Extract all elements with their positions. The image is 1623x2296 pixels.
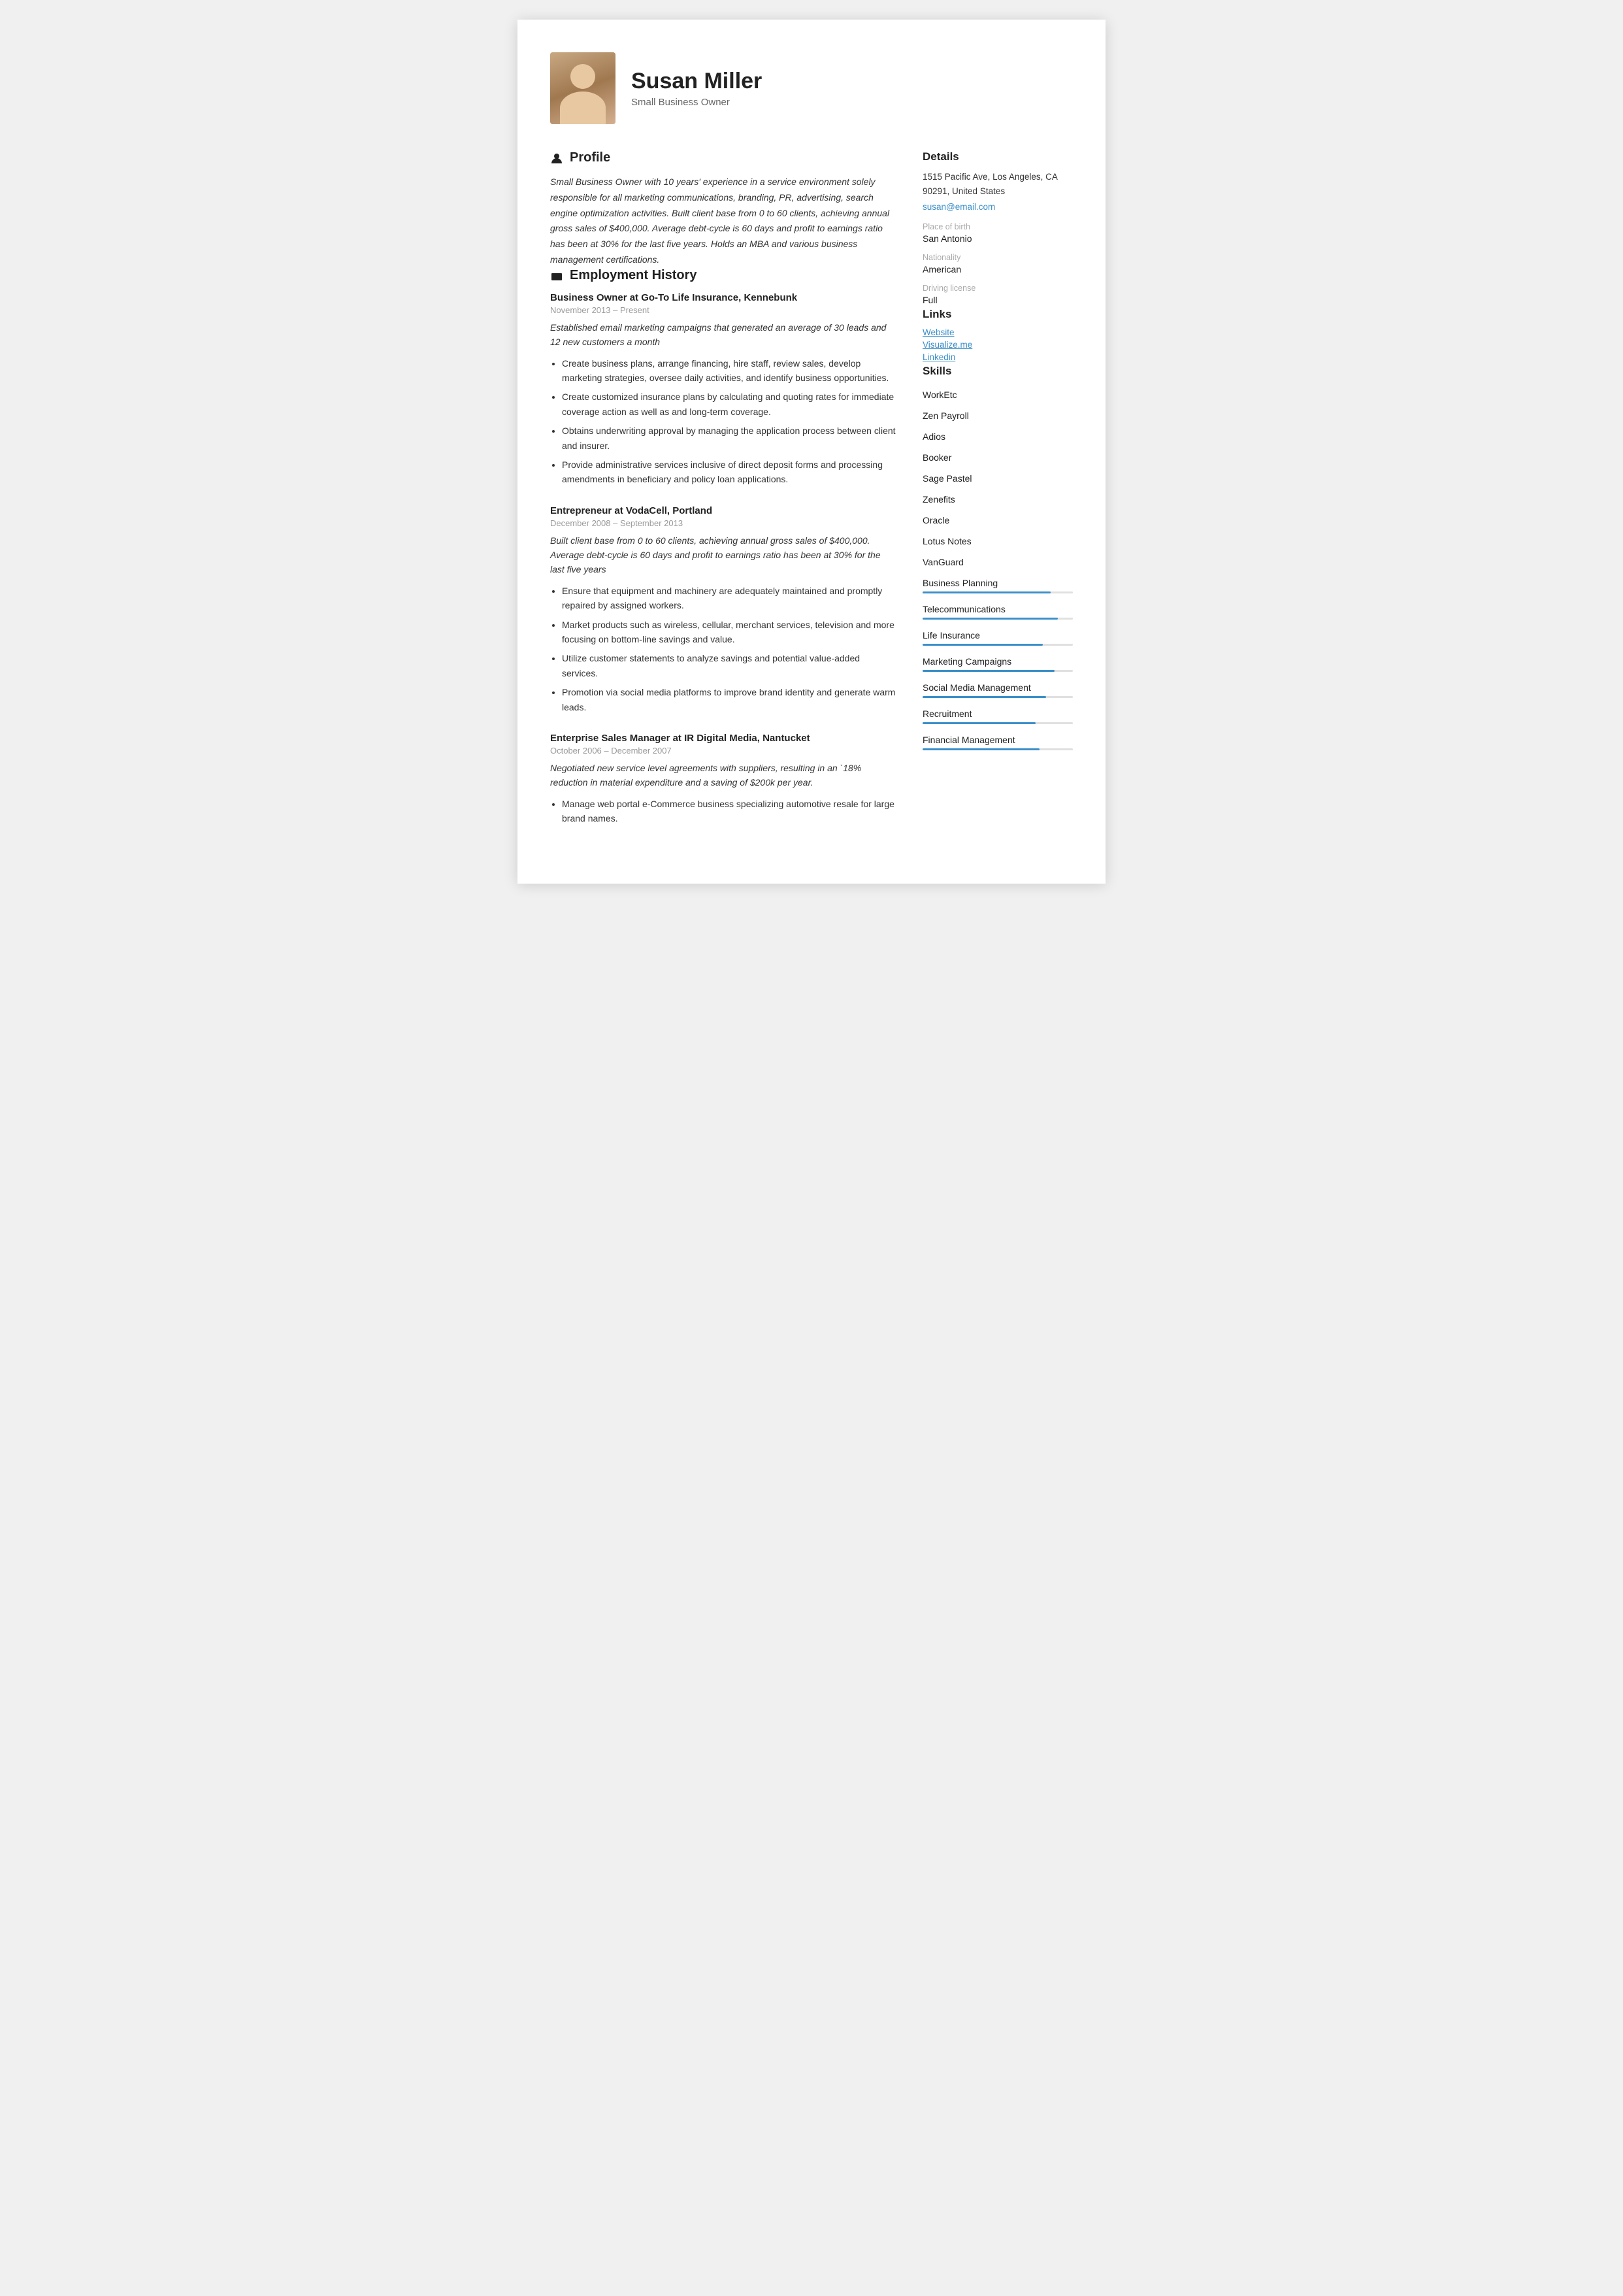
- header: Susan Miller Small Business Owner: [550, 52, 1073, 124]
- links-section: Links Website Visualize.me Linkedin: [923, 308, 1073, 362]
- skill-item: Zen Payroll: [923, 405, 1073, 426]
- skill-item-bar: Financial Management: [923, 729, 1073, 756]
- left-column: Profile Small Business Owner with 10 yea…: [550, 150, 896, 844]
- skill-bar-fill: [923, 591, 1051, 593]
- avatar: [550, 52, 615, 124]
- job-2-period: December 2008 – September 2013: [550, 518, 896, 528]
- nationality-value: American: [923, 264, 1073, 275]
- skill-item-bar: Recruitment: [923, 703, 1073, 729]
- job-2-bullets: Ensure that equipment and machinery are …: [550, 584, 896, 714]
- employment-section-title: Employment History: [550, 268, 896, 283]
- profile-section-title: Profile: [550, 150, 896, 165]
- skills-title: Skills: [923, 365, 1073, 378]
- profile-icon: [550, 152, 563, 165]
- skill-bar-track: [923, 748, 1073, 750]
- skill-bar-label: Marketing Campaigns: [923, 656, 1073, 667]
- candidate-title: Small Business Owner: [631, 97, 762, 108]
- skills-section: Skills WorkEtc Zen Payroll Adios Booker …: [923, 365, 1073, 756]
- skill-item: Sage Pastel: [923, 468, 1073, 489]
- details-title: Details: [923, 150, 1073, 163]
- skill-bar-fill: [923, 670, 1055, 672]
- links-title: Links: [923, 308, 1073, 321]
- list-item: Provide administrative services inclusiv…: [562, 458, 896, 487]
- skill-item-bar: Business Planning: [923, 573, 1073, 599]
- job-2-title: Entrepreneur at VodaCell, Portland: [550, 505, 896, 516]
- skill-bar-track: [923, 696, 1073, 698]
- profile-text: Small Business Owner with 10 years' expe…: [550, 175, 896, 268]
- driving-license-value: Full: [923, 295, 1073, 305]
- list-item: Utilize customer statements to analyze s…: [562, 651, 896, 680]
- job-1-bullets: Create business plans, arrange financing…: [550, 356, 896, 487]
- skill-item-bar: Telecommunications: [923, 599, 1073, 625]
- skill-bar-label: Recruitment: [923, 708, 1073, 719]
- list-item: Create customized insurance plans by cal…: [562, 390, 896, 419]
- employment-section: Employment History Business Owner at Go-…: [550, 268, 896, 826]
- job-1-title: Business Owner at Go-To Life Insurance, …: [550, 292, 896, 303]
- skill-item-bar: Social Media Management: [923, 677, 1073, 703]
- list-item: Market products such as wireless, cellul…: [562, 618, 896, 647]
- skill-item: Lotus Notes: [923, 531, 1073, 552]
- job-3-bullets: Manage web portal e-Commerce business sp…: [550, 797, 896, 826]
- place-of-birth-label: Place of birth: [923, 222, 1073, 231]
- skill-bar-track: [923, 722, 1073, 724]
- profile-section: Profile Small Business Owner with 10 yea…: [550, 150, 896, 268]
- list-item: Create business plans, arrange financing…: [562, 356, 896, 386]
- body: Profile Small Business Owner with 10 yea…: [550, 150, 1073, 844]
- list-item: Promotion via social media platforms to …: [562, 685, 896, 714]
- nationality-label: Nationality: [923, 253, 1073, 262]
- job-3-period: October 2006 – December 2007: [550, 746, 896, 756]
- skill-item: WorkEtc: [923, 384, 1073, 405]
- skill-item-bar: Life Insurance: [923, 625, 1073, 651]
- skill-bar-fill: [923, 618, 1058, 620]
- link-linkedin[interactable]: Linkedin: [923, 352, 1073, 362]
- job-2-summary: Built client base from 0 to 60 clients, …: [550, 533, 896, 577]
- skill-item-bar: Marketing Campaigns: [923, 651, 1073, 677]
- candidate-name: Susan Miller: [631, 69, 762, 94]
- skill-item: Adios: [923, 426, 1073, 447]
- job-1: Business Owner at Go-To Life Insurance, …: [550, 292, 896, 487]
- employment-icon: [550, 269, 563, 282]
- header-text: Susan Miller Small Business Owner: [631, 69, 762, 108]
- job-1-summary: Established email marketing campaigns th…: [550, 320, 896, 350]
- skill-bar-track: [923, 591, 1073, 593]
- place-of-birth-value: San Antonio: [923, 233, 1073, 244]
- resume-container: Susan Miller Small Business Owner Profil…: [517, 20, 1106, 884]
- job-1-period: November 2013 – Present: [550, 305, 896, 315]
- skill-bar-fill: [923, 722, 1036, 724]
- job-3-summary: Negotiated new service level agreements …: [550, 761, 896, 790]
- link-website[interactable]: Website: [923, 327, 1073, 337]
- skill-bar-label: Life Insurance: [923, 630, 1073, 641]
- skill-bar-label: Financial Management: [923, 735, 1073, 745]
- right-column: Details 1515 Pacific Ave, Los Angeles, C…: [923, 150, 1073, 844]
- skill-bar-label: Business Planning: [923, 578, 1073, 588]
- detail-address: 1515 Pacific Ave, Los Angeles, CA 90291,…: [923, 170, 1073, 198]
- list-item: Manage web portal e-Commerce business sp…: [562, 797, 896, 826]
- skill-item: VanGuard: [923, 552, 1073, 573]
- job-2: Entrepreneur at VodaCell, Portland Decem…: [550, 505, 896, 714]
- details-section: Details 1515 Pacific Ave, Los Angeles, C…: [923, 150, 1073, 305]
- job-3-title: Enterprise Sales Manager at IR Digital M…: [550, 733, 896, 744]
- link-visualize[interactable]: Visualize.me: [923, 340, 1073, 350]
- driving-license-label: Driving license: [923, 284, 1073, 293]
- skill-item: Booker: [923, 447, 1073, 468]
- skill-bar-track: [923, 644, 1073, 646]
- skill-bar-track: [923, 670, 1073, 672]
- skill-bar-fill: [923, 644, 1043, 646]
- skill-bar-track: [923, 618, 1073, 620]
- list-item: Obtains underwriting approval by managin…: [562, 424, 896, 453]
- detail-email: susan@email.com: [923, 202, 1073, 212]
- list-item: Ensure that equipment and machinery are …: [562, 584, 896, 613]
- skill-bar-label: Social Media Management: [923, 682, 1073, 693]
- skill-bar-label: Telecommunications: [923, 604, 1073, 614]
- skill-item: Oracle: [923, 510, 1073, 531]
- skill-bar-fill: [923, 696, 1046, 698]
- skill-item: Zenefits: [923, 489, 1073, 510]
- skill-bar-fill: [923, 748, 1040, 750]
- job-3: Enterprise Sales Manager at IR Digital M…: [550, 733, 896, 826]
